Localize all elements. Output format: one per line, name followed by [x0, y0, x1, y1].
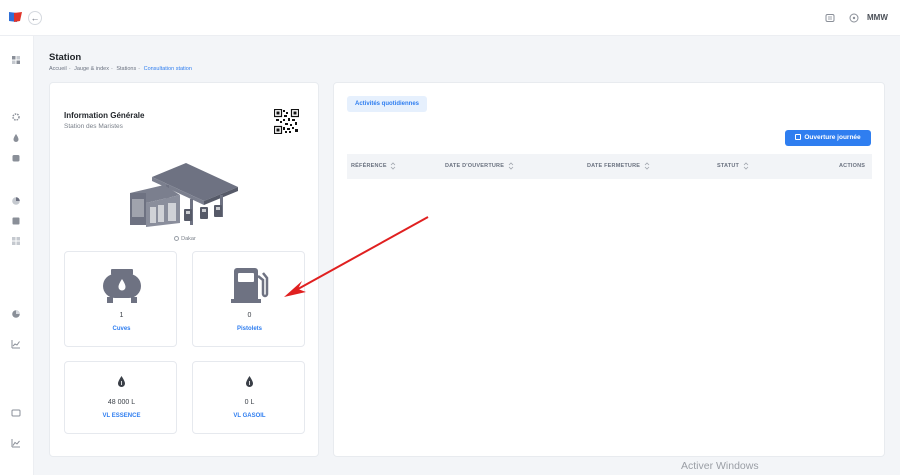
breadcrumb-current: Consultation station: [143, 66, 192, 72]
app-logo[interactable]: [9, 12, 22, 22]
gasoil-volume-card[interactable]: 0 L VL GASOIL: [192, 361, 305, 434]
windows-activation-watermark: Activer Windows: [681, 460, 759, 472]
open-day-label: Ouverture journée: [804, 134, 861, 141]
pie-chart-icon[interactable]: [11, 196, 21, 206]
column-opening-date[interactable]: DATE D'OUVERTURE: [445, 154, 514, 179]
sidebar: [0, 36, 34, 475]
open-day-button[interactable]: Ouverture journée: [785, 130, 871, 146]
location-label: Dakar: [181, 236, 196, 242]
dashboard-icon[interactable]: [11, 55, 21, 65]
breadcrumb-separator: -: [138, 66, 141, 72]
page-title: Station: [49, 52, 82, 63]
essence-volume-card[interactable]: 48 000 L VL ESSENCE: [64, 361, 177, 434]
station-info-card: Information Générale Station des Mariste…: [49, 82, 319, 457]
pistolets-stat-card[interactable]: 0 Pistolets: [192, 251, 305, 347]
gas-station-illustration-icon: [130, 163, 238, 227]
sort-icon[interactable]: [508, 161, 514, 171]
settings-icon[interactable]: [11, 112, 21, 122]
location-pin-icon: [174, 236, 180, 241]
grid-icon[interactable]: [11, 236, 21, 246]
cuves-count: 1: [119, 312, 124, 319]
station-location: Dakar: [50, 236, 320, 242]
sort-icon[interactable]: [644, 161, 650, 171]
column-reference-label: RÉFÉRENCE: [351, 163, 387, 169]
cuves-label[interactable]: Cuves: [65, 326, 178, 332]
table-header: RÉFÉRENCE DATE D'OUVERTURE DATE FERMETUR…: [347, 154, 872, 179]
column-status[interactable]: STATUT: [717, 154, 749, 179]
fuel-tank-icon: [103, 269, 141, 303]
cuves-stat-card[interactable]: 1 Cuves: [64, 251, 177, 347]
fuel-pump-icon: [231, 268, 269, 303]
user-menu[interactable]: MMW: [867, 13, 888, 22]
breadcrumb-separator: -: [110, 66, 113, 72]
pistolets-count: 0: [247, 312, 252, 319]
tank-icon[interactable]: [11, 153, 21, 163]
breadcrumb-jauge[interactable]: Jauge & index: [74, 66, 109, 72]
daily-activities-card: Activités quotidiennes Ouverture journée…: [333, 82, 885, 457]
station-name: Station des Maristes: [64, 123, 123, 130]
report-icon[interactable]: [11, 309, 21, 319]
breadcrumb: Accueil - Jauge & index - Stations - Consul…: [49, 66, 192, 72]
column-closing-date-label: DATE FERMETURE: [587, 163, 641, 169]
tab-daily-activities[interactable]: Activités quotidiennes: [347, 96, 428, 112]
line-chart-icon[interactable]: [11, 438, 21, 448]
breadcrumb-home[interactable]: Accueil: [49, 66, 67, 72]
breadcrumb-stations[interactable]: Stations: [116, 66, 136, 72]
top-bar: ← MMW: [0, 0, 900, 36]
column-reference[interactable]: RÉFÉRENCE: [351, 154, 396, 179]
column-opening-date-label: DATE D'OUVERTURE: [445, 163, 505, 169]
column-actions: ACTIONS: [839, 163, 866, 169]
sort-icon[interactable]: [390, 161, 396, 171]
sort-icon[interactable]: [743, 161, 749, 171]
qr-code-icon[interactable]: [274, 109, 299, 134]
message-icon[interactable]: [825, 13, 835, 23]
bar-chart-icon[interactable]: [11, 339, 21, 349]
column-status-label: STATUT: [717, 163, 740, 169]
fuel-drop-icon: [118, 376, 125, 387]
document-icon[interactable]: [11, 216, 21, 226]
pistolets-label[interactable]: Pistolets: [193, 326, 306, 332]
gasoil-volume-label[interactable]: VL GASOIL: [193, 413, 306, 419]
essence-volume-value: 48 000 L: [107, 399, 136, 406]
breadcrumb-separator: -: [68, 66, 71, 72]
info-title: Information Générale: [64, 111, 145, 120]
fuel-drop-icon: [246, 376, 253, 387]
card-icon[interactable]: [11, 408, 21, 418]
back-button[interactable]: ←: [28, 11, 42, 25]
help-icon[interactable]: [849, 13, 859, 23]
fuel-drop-icon[interactable]: [11, 133, 21, 143]
essence-volume-label[interactable]: VL ESSENCE: [65, 413, 178, 419]
gasoil-volume-value: 0 L: [244, 399, 255, 406]
calendar-icon: [795, 134, 802, 140]
column-closing-date[interactable]: DATE FERMETURE: [587, 154, 650, 179]
